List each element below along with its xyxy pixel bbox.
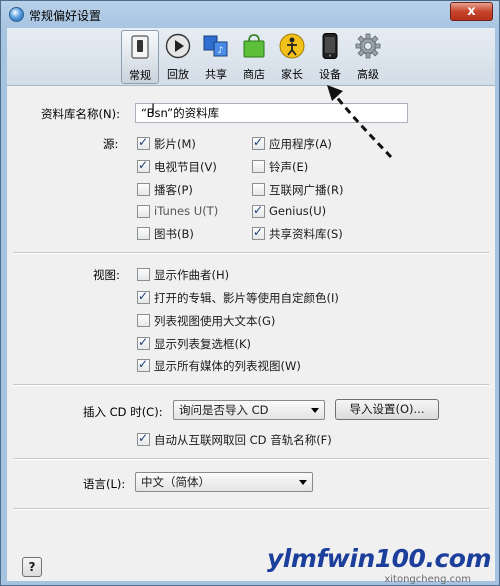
tab-store[interactable]: 商店 [235, 30, 273, 84]
tab-general[interactable]: 常规 [121, 30, 159, 84]
close-button[interactable]: x [450, 2, 493, 21]
separator [13, 508, 489, 510]
chevron-down-icon [311, 408, 319, 413]
iphone-device-icon [322, 33, 338, 59]
cd-insert-select[interactable]: 询问是否导入 CD [173, 400, 325, 420]
general-switch-icon [131, 35, 149, 59]
svg-text:♪: ♪ [218, 46, 224, 56]
library-name-label: 资料库名称(N): [41, 107, 120, 121]
separator [13, 384, 489, 386]
checkbox-box[interactable] [137, 227, 150, 240]
title-bar[interactable]: 常规偏好设置 x [1, 1, 499, 28]
window-title: 常规偏好设置 [29, 9, 102, 23]
checkbox-box[interactable] [252, 203, 265, 218]
tab-store-label: 商店 [243, 68, 265, 81]
sources-label: 源: [103, 137, 119, 151]
watermark-main: ylmfwin100.com [267, 544, 491, 573]
tab-advanced[interactable]: 高级 [349, 30, 387, 84]
store-bag-icon [243, 34, 265, 58]
checkbox-box[interactable] [137, 205, 150, 218]
checkbox-box[interactable] [137, 268, 150, 281]
import-settings-button[interactable]: 导入设置(O)... [335, 399, 439, 420]
chevron-down-icon [299, 480, 307, 485]
checkbox-box[interactable] [252, 225, 265, 240]
checkbox-box[interactable] [252, 135, 265, 150]
sharing-icon: ♪ [203, 35, 228, 57]
tab-advanced-label: 高级 [357, 68, 379, 81]
separator [13, 458, 489, 460]
tab-parental[interactable]: 家长 [273, 30, 311, 84]
language-select[interactable]: 中文（简体） [135, 472, 313, 492]
itunes-app-icon [9, 7, 24, 22]
checkbox-box[interactable] [137, 289, 150, 304]
parental-icon [279, 33, 305, 59]
checkbox-box[interactable] [137, 431, 150, 446]
checkbox-box[interactable] [137, 158, 150, 173]
help-button[interactable]: ? [22, 557, 42, 577]
tab-sharing[interactable]: ♪ 共享 [197, 30, 235, 84]
watermark: ylmfwin100.com xitongcheng.com [267, 544, 491, 585]
play-icon [165, 33, 191, 59]
tab-parental-label: 家长 [281, 68, 303, 81]
cd-insert-label: 插入 CD 时(C): [83, 405, 163, 419]
checkbox-box[interactable] [137, 183, 150, 196]
preferences-window: 常规偏好设置 x 常规 回放 ♪ 共享 商店 家长 设备 高级 资料库名称(N)… [0, 0, 500, 586]
language-label: 语言(L): [83, 477, 126, 491]
preferences-toolbar: 常规 回放 ♪ 共享 商店 家长 设备 高级 [7, 28, 495, 86]
text-cursor-icon: I [151, 102, 156, 118]
general-settings-panel: 资料库名称(N): “Bsn”的资料库 源: 影片(M) 应用程序(A) 电视节… [7, 86, 495, 581]
annotation-arrow-icon [327, 85, 393, 159]
tab-playback[interactable]: 回放 [159, 30, 197, 84]
gear-icon [355, 33, 381, 59]
checkbox-box[interactable] [137, 335, 150, 350]
tab-sharing-label: 共享 [205, 68, 227, 81]
checkbox-box[interactable] [137, 357, 150, 372]
checkbox-box[interactable] [137, 135, 150, 150]
tab-playback-label: 回放 [167, 68, 189, 81]
watermark-sub: xitongcheng.com [384, 574, 471, 585]
tab-devices-label: 设备 [319, 68, 341, 81]
checkbox-box[interactable] [137, 314, 150, 327]
checkbox-box[interactable] [252, 183, 265, 196]
separator [13, 252, 489, 254]
tab-devices[interactable]: 设备 [311, 30, 349, 84]
checkbox-box[interactable] [252, 160, 265, 173]
tab-general-label: 常规 [129, 69, 151, 82]
views-label: 视图: [93, 268, 120, 282]
